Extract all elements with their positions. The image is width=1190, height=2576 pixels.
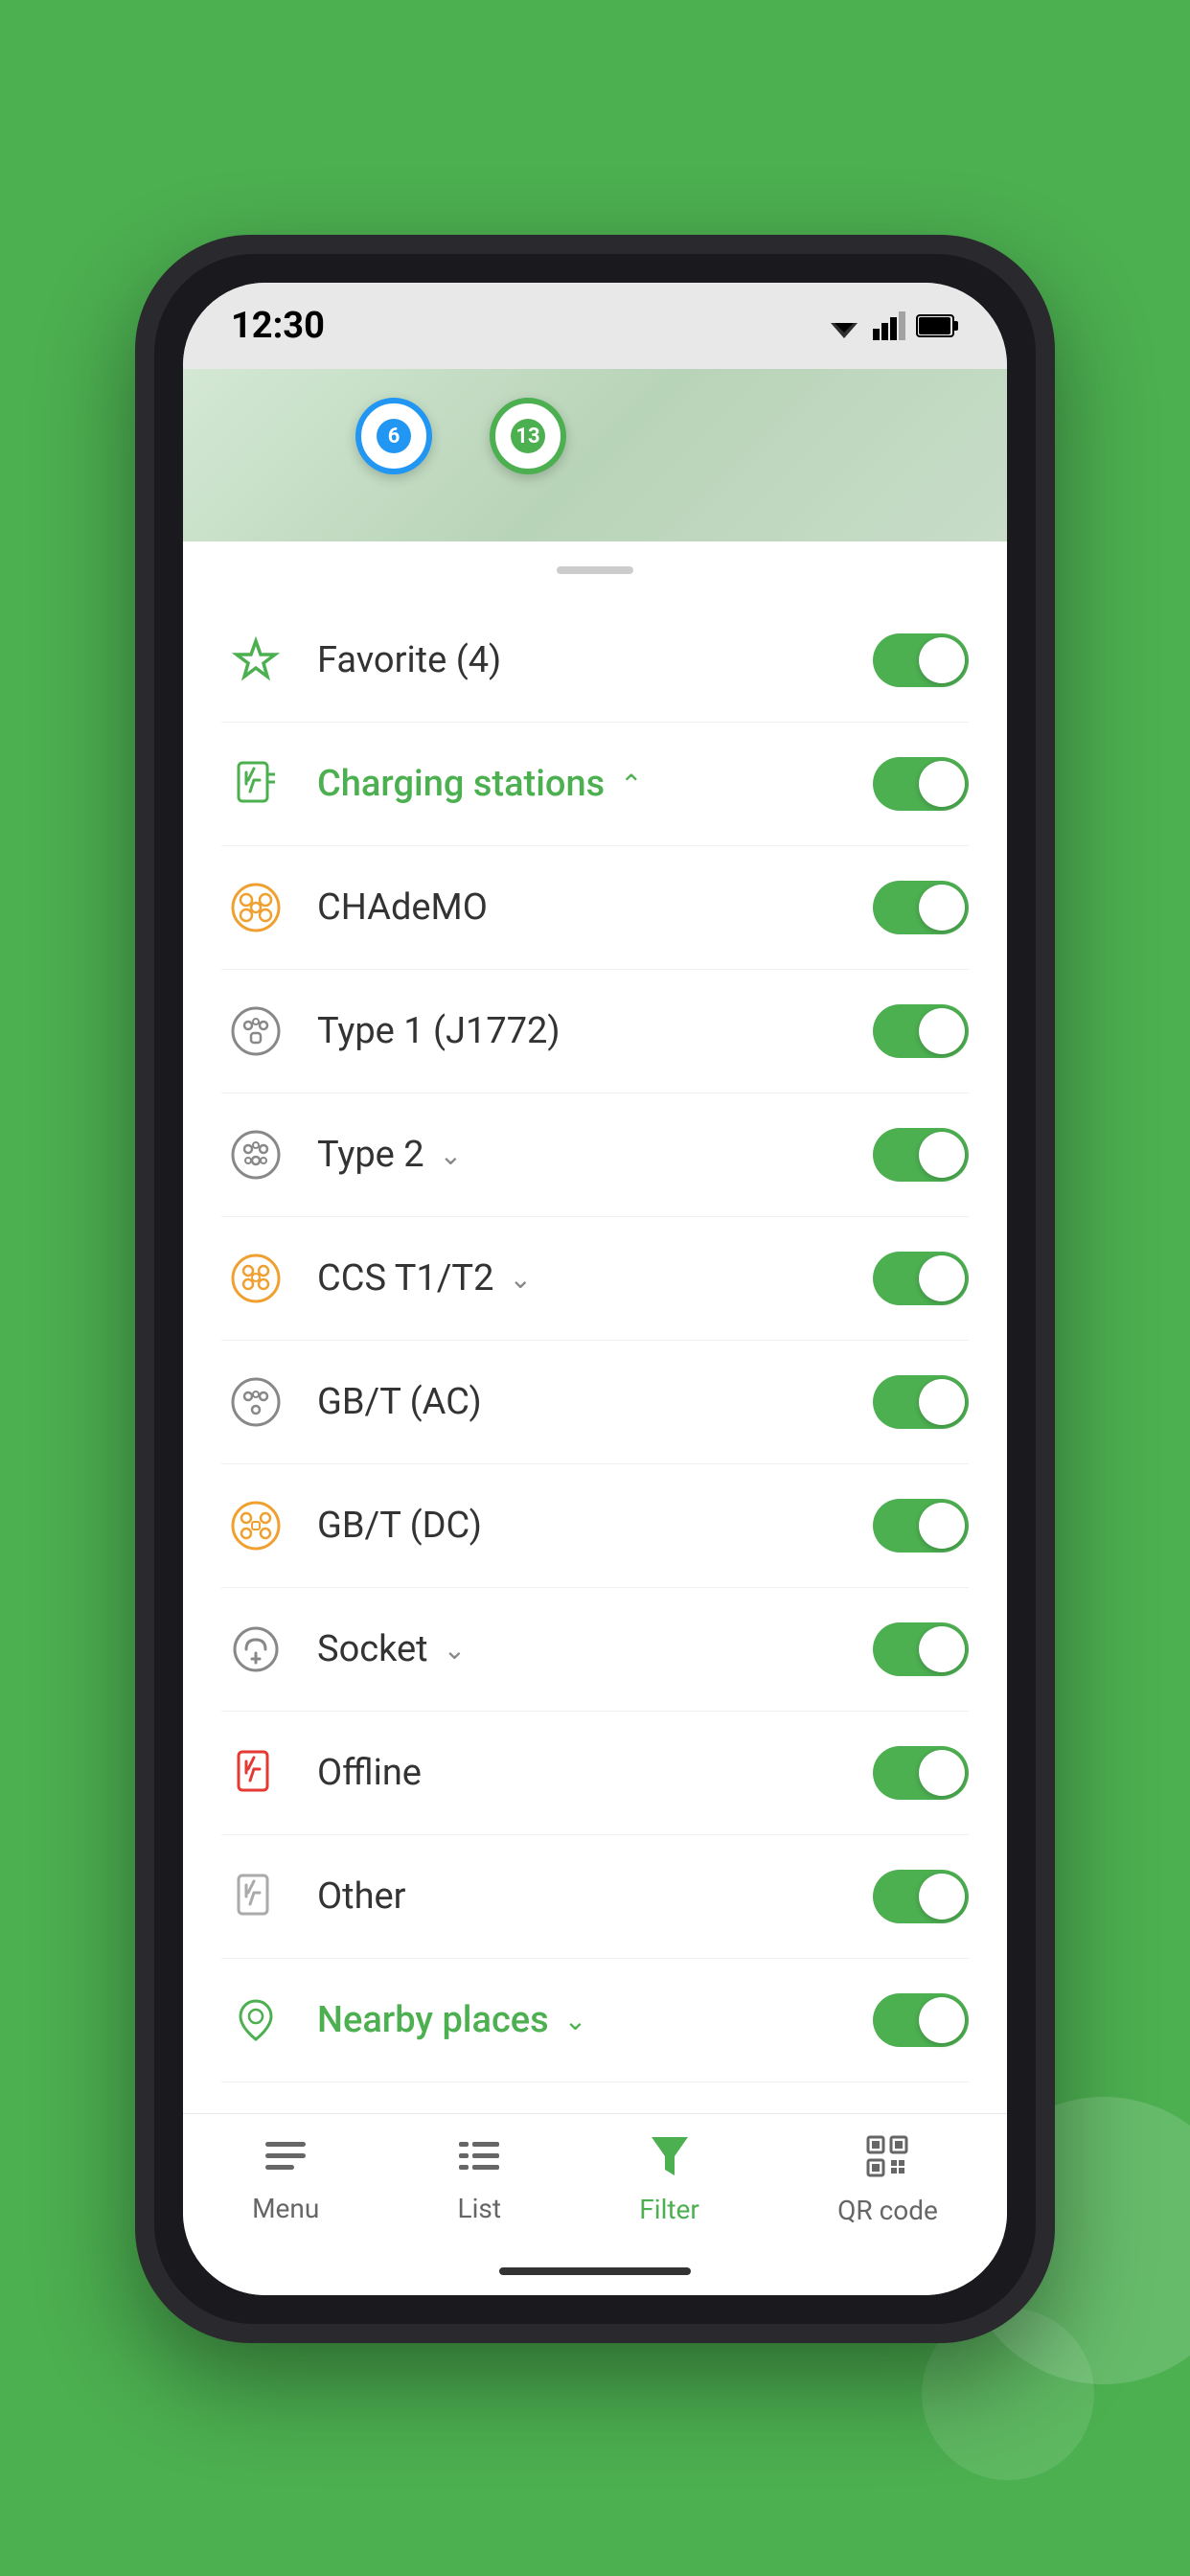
type1-label: Type 1 (J1772) — [317, 1010, 846, 1052]
filter-item-type2: Type 2 ⌄ — [221, 1093, 969, 1217]
filter-item-nearby: Nearby places ⌄ — [221, 1959, 969, 2082]
favorite-label: Favorite (4) — [317, 639, 846, 681]
nearby-label: Nearby places ⌄ — [317, 1999, 846, 2041]
wifi-icon — [827, 311, 861, 340]
filter-item-gbt-dc: GB/T (DC) — [221, 1464, 969, 1588]
type2-label: Type 2 ⌄ — [317, 1134, 846, 1176]
filter-item-offline: Offline — [221, 1712, 969, 1835]
toggle-offline[interactable] — [873, 1746, 969, 1800]
filter-item-other: Other — [221, 1835, 969, 1959]
filter-item-ccs: CCS T1/T2 ⌄ — [221, 1217, 969, 1341]
chademo-label: CHAdeMO — [317, 886, 846, 929]
phone-frame: 12:30 — [135, 235, 1055, 2343]
socket-icon — [221, 1615, 290, 1684]
filter-item-favorite: Favorite (4) — [221, 599, 969, 723]
socket-chevron: ⌄ — [444, 1634, 466, 1666]
gbt-dc-icon — [221, 1491, 290, 1560]
charging-stations-label: Charging stations ⌃ — [317, 763, 846, 805]
status-time: 12:30 — [231, 305, 325, 347]
filter-item-chademo: CHAdeMO — [221, 846, 969, 970]
charging-stations-chevron-up: ⌃ — [620, 769, 642, 800]
other-label: Other — [317, 1875, 846, 1918]
toggle-gbt-ac[interactable] — [873, 1375, 969, 1429]
ccs-icon — [221, 1244, 290, 1313]
type1-icon — [221, 997, 290, 1066]
toggle-socket[interactable] — [873, 1622, 969, 1676]
list-icon — [459, 2138, 499, 2185]
home-indicator — [183, 2247, 1007, 2295]
socket-label: Socket ⌄ — [317, 1628, 846, 1670]
gbt-ac-icon — [221, 1368, 290, 1437]
toggle-nearby[interactable] — [873, 1993, 969, 2047]
toggle-type2[interactable] — [873, 1128, 969, 1182]
gbt-dc-label: GB/T (DC) — [317, 1505, 846, 1547]
filter-item-socket: Socket ⌄ — [221, 1588, 969, 1712]
battery-icon — [917, 313, 959, 338]
phone-wrapper: 12:30 — [135, 235, 1055, 2343]
filter-icon — [652, 2137, 688, 2186]
bottom-nav: Menu Li — [183, 2113, 1007, 2247]
nav-item-list[interactable]: List — [458, 2138, 502, 2224]
toggle-other[interactable] — [873, 1870, 969, 1923]
status-bar: 12:30 — [183, 283, 1007, 369]
ccs-chevron: ⌄ — [509, 1263, 531, 1295]
nav-label-menu: Menu — [252, 2193, 319, 2224]
nearby-chevron: ⌄ — [564, 2005, 586, 2036]
toggle-type1[interactable] — [873, 1004, 969, 1058]
nav-label-qrcode: QR code — [837, 2195, 938, 2226]
status-icons — [827, 311, 959, 340]
chademo-icon — [221, 873, 290, 942]
toggle-favorite[interactable] — [873, 633, 969, 687]
type2-icon — [221, 1120, 290, 1189]
offline-label: Offline — [317, 1752, 846, 1794]
screen: 12:30 — [183, 283, 1007, 2295]
charging-stations-icon — [221, 749, 290, 818]
toggle-chademo[interactable] — [873, 881, 969, 934]
ccs-label: CCS T1/T2 ⌄ — [317, 1257, 846, 1300]
menu-icon — [265, 2138, 306, 2185]
filter-list: Favorite (4) — [183, 599, 1007, 2113]
nav-item-filter[interactable]: Filter — [639, 2137, 699, 2225]
filter-item-charging-stations: Charging stations ⌃ — [221, 723, 969, 846]
home-bar — [499, 2267, 691, 2275]
nav-item-menu[interactable]: Menu — [252, 2138, 319, 2224]
favorite-icon — [221, 626, 290, 695]
toggle-ccs[interactable] — [873, 1252, 969, 1305]
gbt-ac-label: GB/T (AC) — [317, 1381, 846, 1423]
other-icon — [221, 1862, 290, 1931]
filter-item-type1: Type 1 (J1772) — [221, 970, 969, 1093]
drag-line — [557, 566, 633, 574]
nearby-icon — [221, 1986, 290, 2055]
map-preview: 6 13 — [183, 369, 1007, 541]
nav-label-filter: Filter — [639, 2194, 699, 2225]
filter-item-gbt-ac: GB/T (AC) — [221, 1341, 969, 1464]
offline-icon — [221, 1738, 290, 1807]
toggle-gbt-dc[interactable] — [873, 1499, 969, 1552]
map-marker-2: 13 — [490, 398, 566, 474]
nav-item-qrcode[interactable]: QR code — [837, 2136, 938, 2226]
map-marker-1: 6 — [355, 398, 432, 474]
signal-icon — [873, 311, 905, 340]
qrcode-icon — [867, 2136, 907, 2187]
drag-handle[interactable] — [183, 541, 1007, 599]
nav-label-list: List — [458, 2193, 502, 2224]
toggle-charging-stations[interactable] — [873, 757, 969, 811]
type2-chevron: ⌄ — [440, 1139, 462, 1171]
phone-inner: 12:30 — [154, 254, 1036, 2324]
